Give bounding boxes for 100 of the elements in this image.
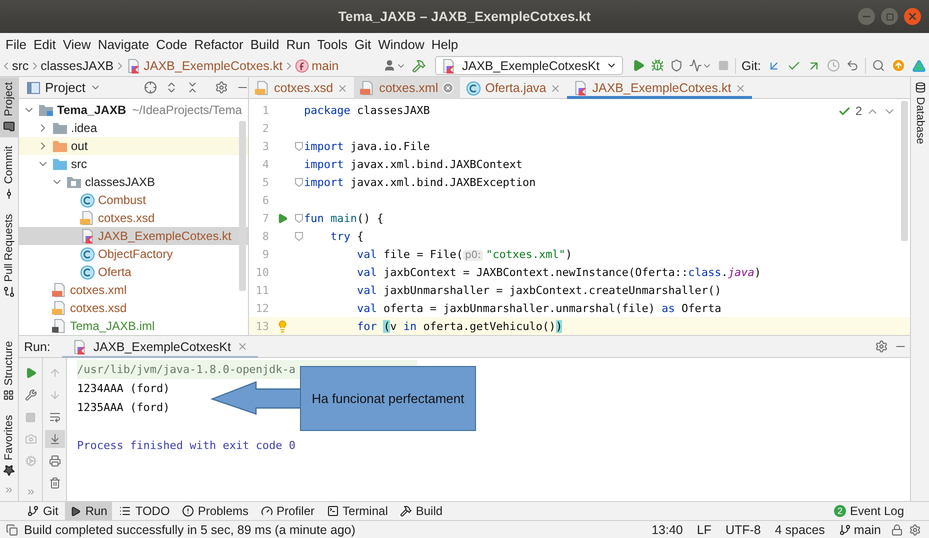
menu-item[interactable]: File xyxy=(2,36,30,52)
panel-icon xyxy=(27,82,40,94)
tool-tab[interactable]: Profiler xyxy=(256,502,320,520)
settings-icon[interactable] xyxy=(909,524,921,536)
breadcrumb[interactable]: JAXB_ExempleCotxes.kt xyxy=(126,58,283,74)
xsd-file-icon xyxy=(80,210,95,226)
tool-tab[interactable]: Build xyxy=(394,502,448,520)
breadcrumb[interactable]: src xyxy=(12,58,29,72)
breadcrumb[interactable]: main xyxy=(294,58,339,72)
menu-item[interactable]: Run xyxy=(282,36,314,52)
project-view-dropdown[interactable]: Project xyxy=(27,80,102,95)
menu-item[interactable]: Git xyxy=(350,36,375,52)
lock-icon[interactable] xyxy=(891,524,903,536)
close-icon[interactable] xyxy=(735,82,746,94)
menu-item[interactable]: Code xyxy=(152,36,191,52)
close-icon[interactable] xyxy=(442,82,454,94)
tool-window-tab[interactable]: Pull Requests xyxy=(0,209,18,304)
bulb-icon[interactable] xyxy=(276,320,288,332)
line-number: 3 xyxy=(261,140,269,152)
tool-tab[interactable]: Problems xyxy=(176,502,254,520)
status-icon[interactable] xyxy=(6,524,18,536)
tool-tab[interactable]: Terminal xyxy=(322,502,393,520)
tree-label: Tema_JAXB.iml xyxy=(70,319,155,333)
tree-label: src xyxy=(71,157,87,171)
menu-item[interactable]: Help xyxy=(428,36,462,52)
tool-tab[interactable]: TODO xyxy=(114,502,175,520)
menu-item[interactable]: Tools xyxy=(314,36,351,52)
menu-item[interactable]: Window xyxy=(374,36,428,52)
close-icon[interactable] xyxy=(550,82,562,94)
code-line: val oferta = jaxbUnmarshaller.unmarshal(file) as Oferta xyxy=(356,302,722,314)
tree-item[interactable]: src xyxy=(19,155,248,173)
tool-window-tab[interactable]: Favorites xyxy=(0,410,18,481)
scrollbar-thumb[interactable] xyxy=(239,121,246,291)
close-button[interactable] xyxy=(904,8,921,25)
count-badge: 2 xyxy=(834,505,846,517)
pull-request-icon xyxy=(3,286,15,298)
kotlin-file-icon xyxy=(126,58,141,74)
editor-tab[interactable]: Oferta.java xyxy=(460,77,568,99)
tool-tab[interactable]: Run xyxy=(65,502,112,520)
hammer-icon xyxy=(400,505,412,517)
status-item[interactable]: 13:40 xyxy=(648,522,687,536)
breadcrumb[interactable]: classesJAXB xyxy=(40,58,114,72)
line-number: 5 xyxy=(261,176,269,188)
tree-item[interactable]: Combust xyxy=(19,191,248,209)
editor-tab[interactable]: cotxes.xsd xyxy=(249,77,354,99)
scrollbar-thumb[interactable] xyxy=(901,101,908,241)
tree-item[interactable]: cotxes.xsd xyxy=(19,299,248,317)
console-line: 1234AAA (ford) xyxy=(77,382,170,395)
maximize-button[interactable] xyxy=(881,8,898,25)
tree-item[interactable]: .idea xyxy=(19,119,248,137)
status-item[interactable]: 4 spaces xyxy=(770,522,829,536)
line-number: 10 xyxy=(254,266,269,278)
class-icon xyxy=(466,80,482,96)
fold-marker-icon[interactable] xyxy=(295,214,303,222)
alert-icon xyxy=(182,505,194,517)
tree-item[interactable]: cotxes.xsd xyxy=(19,209,248,227)
branch-widget[interactable]: main xyxy=(834,522,885,536)
tree-label: classesJAXB xyxy=(85,175,156,189)
minimize-button[interactable] xyxy=(858,8,875,25)
menu-item[interactable]: Refactor xyxy=(190,36,247,52)
tree-item[interactable]: Tema_JAXB ~/IdeaProjects/Tema xyxy=(19,101,248,119)
fold-marker-icon[interactable] xyxy=(295,142,303,150)
tool-tab[interactable]: Git xyxy=(22,502,64,520)
editor-tab[interactable]: cotxes.xml xyxy=(354,77,460,99)
play-icon xyxy=(70,506,82,516)
tree-item[interactable]: classesJAXB xyxy=(19,173,248,191)
more-icon[interactable] xyxy=(4,485,14,495)
fold-marker-icon[interactable] xyxy=(295,232,303,240)
menu-item[interactable]: Navigate xyxy=(94,36,153,52)
branch-icon xyxy=(27,505,39,517)
menu-item[interactable]: Build xyxy=(246,36,283,52)
configuration-tab[interactable]: JAXB_ExempleCotxesKt xyxy=(62,336,258,358)
status-item[interactable]: LF xyxy=(692,522,716,536)
run-icon[interactable] xyxy=(276,212,288,224)
menu-item[interactable]: Edit xyxy=(30,36,60,52)
status-item[interactable]: UTF-8 xyxy=(721,522,765,536)
terminal-icon xyxy=(326,505,339,517)
tree-item[interactable]: cotxes.xml xyxy=(19,281,248,299)
tree-item[interactable]: Oferta xyxy=(19,263,248,281)
gauge-icon xyxy=(260,505,272,517)
code-line: import javax.xml.bind.JAXBContext xyxy=(304,158,523,170)
editor-tab[interactable]: JAXB_ExempleCotxes.kt xyxy=(567,77,752,99)
tool-window-tab[interactable]: Project xyxy=(0,77,18,138)
scroll-to-end-icon[interactable] xyxy=(44,430,64,448)
tool-window-tab[interactable]: Commit xyxy=(0,141,18,206)
menu-item[interactable]: View xyxy=(59,36,94,52)
tool-window-tab[interactable]: Database xyxy=(911,77,929,150)
run-config-dropdown[interactable]: JAXB_ExempleCotxesKt xyxy=(434,56,623,75)
close-icon[interactable] xyxy=(337,82,348,94)
tree-item[interactable]: out xyxy=(19,137,248,155)
tool-window-tab[interactable]: Structure xyxy=(0,336,18,406)
branch-icon xyxy=(838,524,851,536)
database-icon xyxy=(914,82,926,93)
tree-item[interactable]: ObjectFactory xyxy=(19,245,248,263)
fold-marker-icon[interactable] xyxy=(295,178,303,186)
code-line: val jaxbContext = JAXBContext.newInstance(Oferta::class.java) xyxy=(356,266,761,278)
close-icon[interactable] xyxy=(236,341,248,352)
tree-item[interactable]: Tema_JAXB.iml xyxy=(19,317,248,335)
event-log-tab[interactable]: 2 Event Log xyxy=(828,502,909,520)
tree-item[interactable]: JAXB_ExempleCotxes.kt xyxy=(19,227,248,245)
